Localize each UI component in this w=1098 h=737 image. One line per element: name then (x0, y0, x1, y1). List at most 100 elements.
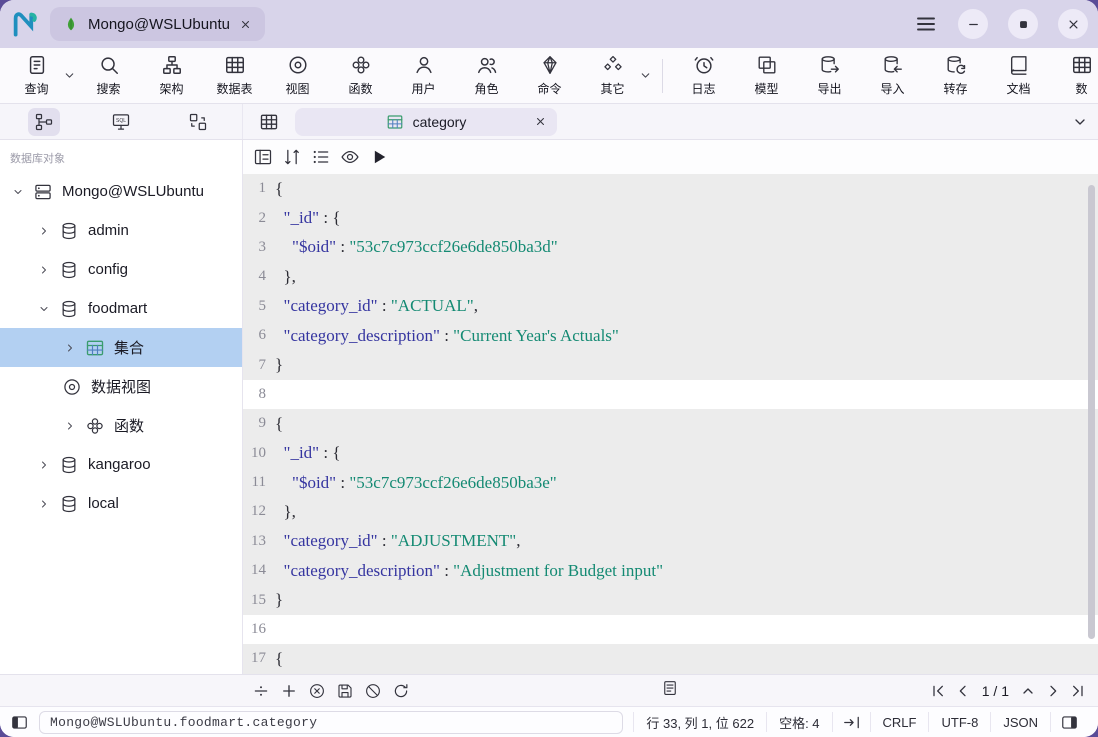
line-ending[interactable]: CRLF (870, 712, 929, 732)
code-line-13[interactable]: 13 "category_id" : "ADJUSTMENT", (243, 527, 1098, 556)
next-page-icon[interactable] (1045, 683, 1061, 699)
toolbar-export[interactable]: 导出 (799, 51, 860, 101)
code-line-6[interactable]: 6 "category_description" : "Current Year… (243, 321, 1098, 350)
line-number-view-icon[interactable] (253, 147, 273, 167)
minimize-button[interactable] (958, 9, 988, 39)
code-line-1[interactable]: 1{ (243, 174, 1098, 203)
delete-record-icon[interactable] (308, 682, 326, 700)
code-line-11[interactable]: 11 "$oid" : "53c7c973ccf26e6de850ba3e" (243, 468, 1098, 497)
connection-window-tab[interactable]: Mongo@WSLUbuntu (50, 7, 265, 41)
tab-indent-cell[interactable] (832, 712, 870, 732)
menu-icon[interactable] (914, 12, 938, 36)
code-line-16[interactable]: 16 (243, 615, 1098, 644)
tree-foodmart-collapse-icon[interactable] (36, 303, 52, 315)
maximize-button[interactable] (1008, 9, 1038, 39)
tree-local-expand-icon[interactable] (36, 498, 52, 510)
code-text: }, (275, 267, 296, 287)
toolbar-search[interactable]: 搜索 (78, 51, 139, 101)
cursor-position[interactable]: 行 33, 列 1, 位 622 (633, 712, 766, 732)
add-record-icon[interactable] (280, 682, 298, 700)
tree-mongo-wslubuntu-collapse-icon[interactable] (10, 186, 26, 198)
tree-collections-expand-icon[interactable] (62, 342, 78, 354)
code-line-7[interactable]: 7} (243, 350, 1098, 379)
toolbar-others-dropdown-icon[interactable] (639, 69, 652, 82)
scrollbar-thumb[interactable] (1088, 185, 1095, 639)
last-page-icon[interactable] (1070, 683, 1086, 699)
tree-item-foodmart[interactable]: foodmart (0, 289, 242, 328)
breadcrumb: Mongo@WSLUbuntu.foodmart.category (39, 711, 623, 734)
toolbar-roles[interactable]: 角色 (456, 51, 517, 101)
sql-console-button[interactable]: SQL (105, 108, 137, 136)
tree-functions-expand-icon[interactable] (62, 420, 78, 432)
code-line-5[interactable]: 5 "category_id" : "ACTUAL", (243, 292, 1098, 321)
code-line-14[interactable]: 14 "category_description" : "Adjustment … (243, 556, 1098, 585)
tab-category[interactable]: category (295, 108, 557, 136)
toolbar-logs[interactable]: 日志 (673, 51, 734, 101)
indent-spaces[interactable]: 空格: 4 (766, 712, 831, 732)
toolbar-schema[interactable]: 架构 (141, 51, 202, 101)
code-line-4[interactable]: 4 }, (243, 262, 1098, 291)
toolbar-views[interactable]: 视图 (267, 51, 328, 101)
svg-text:SQL: SQL (116, 117, 126, 123)
page-jump-icon[interactable] (1020, 683, 1036, 699)
previous-page-icon[interactable] (955, 683, 971, 699)
encoding[interactable]: UTF-8 (928, 712, 990, 732)
tree-item-functions[interactable]: 函数 (0, 406, 242, 445)
tab-objects[interactable] (253, 108, 285, 136)
code-line-10[interactable]: 10 "_id" : { (243, 439, 1098, 468)
tree-item-collections[interactable]: 集合 (0, 328, 242, 367)
table-icon (259, 112, 279, 132)
panel-toggle-cell[interactable] (1050, 712, 1088, 732)
run-icon[interactable] (369, 147, 389, 167)
outline-icon[interactable] (311, 147, 331, 167)
tree-item-local[interactable]: local (0, 484, 242, 523)
toolbar-models[interactable]: 模型 (736, 51, 797, 101)
tab-list-dropdown-icon[interactable] (1072, 114, 1088, 130)
first-page-icon[interactable] (930, 683, 946, 699)
toolbar-docs[interactable]: 文档 (988, 51, 1049, 101)
toolbar-import[interactable]: 导入 (862, 51, 923, 101)
tree-admin-expand-icon[interactable] (36, 225, 52, 237)
preview-eye-icon[interactable] (340, 147, 360, 167)
schema-compare-button[interactable] (182, 108, 214, 136)
vertical-scrollbar[interactable] (1088, 180, 1095, 668)
views-icon (287, 54, 309, 76)
tree-item-config[interactable]: config (0, 250, 242, 289)
tree-config-expand-icon[interactable] (36, 264, 52, 276)
tree-item-mongo-wslubuntu[interactable]: Mongo@WSLUbuntu (0, 172, 242, 211)
tree-item-kangaroo[interactable]: kangaroo (0, 445, 242, 484)
code-line-8[interactable]: 8 (243, 380, 1098, 409)
code-line-17[interactable]: 17{ (243, 644, 1098, 673)
code-line-3[interactable]: 3 "$oid" : "53c7c973ccf26e6de850ba3d" (243, 233, 1098, 262)
tree-kangaroo-expand-icon[interactable] (36, 459, 52, 471)
code-line-2[interactable]: 2 "_id" : { (243, 203, 1098, 232)
sort-icon[interactable] (282, 147, 302, 167)
connection-tab-close-icon[interactable] (239, 18, 252, 31)
refresh-icon[interactable] (392, 682, 410, 700)
toolbar-datagen[interactable]: 数 (1051, 51, 1098, 101)
discard-icon[interactable] (364, 682, 382, 700)
save-record-icon[interactable] (336, 682, 354, 700)
toolbar-commands[interactable]: 命令 (519, 51, 580, 101)
toolbar-dump[interactable]: 转存 (925, 51, 986, 101)
toolbar-functions[interactable]: 函数 (330, 51, 391, 101)
close-button[interactable] (1058, 9, 1088, 39)
json-document-view[interactable]: 1{2 "_id" : {3 "$oid" : "53c7c973ccf26e6… (243, 174, 1098, 674)
code-line-15[interactable]: 15} (243, 585, 1098, 614)
code-line-9[interactable]: 9{ (243, 409, 1098, 438)
sidebar-toggle-icon[interactable] (10, 713, 29, 732)
syntax-mode[interactable]: JSON (990, 712, 1050, 732)
toolbar-others[interactable]: 其它 (582, 51, 643, 101)
objects-pane-toggle[interactable] (28, 108, 60, 136)
tree-item-admin[interactable]: admin (0, 211, 242, 250)
tab-close-icon[interactable] (534, 115, 547, 128)
toolbar-query-dropdown-icon[interactable] (63, 69, 76, 82)
tree-item-data-views[interactable]: 数据视图 (0, 367, 242, 406)
toolbar-query[interactable]: 查询 (6, 51, 67, 101)
toolbar-users[interactable]: 用户 (393, 51, 454, 101)
toolbar-tables[interactable]: 数据表 (204, 51, 265, 101)
form-view-toggle[interactable] (661, 679, 679, 702)
code-line-12[interactable]: 12 }, (243, 497, 1098, 526)
divide-icon[interactable] (252, 682, 270, 700)
tree-item-kangaroo-label: kangaroo (88, 456, 151, 473)
